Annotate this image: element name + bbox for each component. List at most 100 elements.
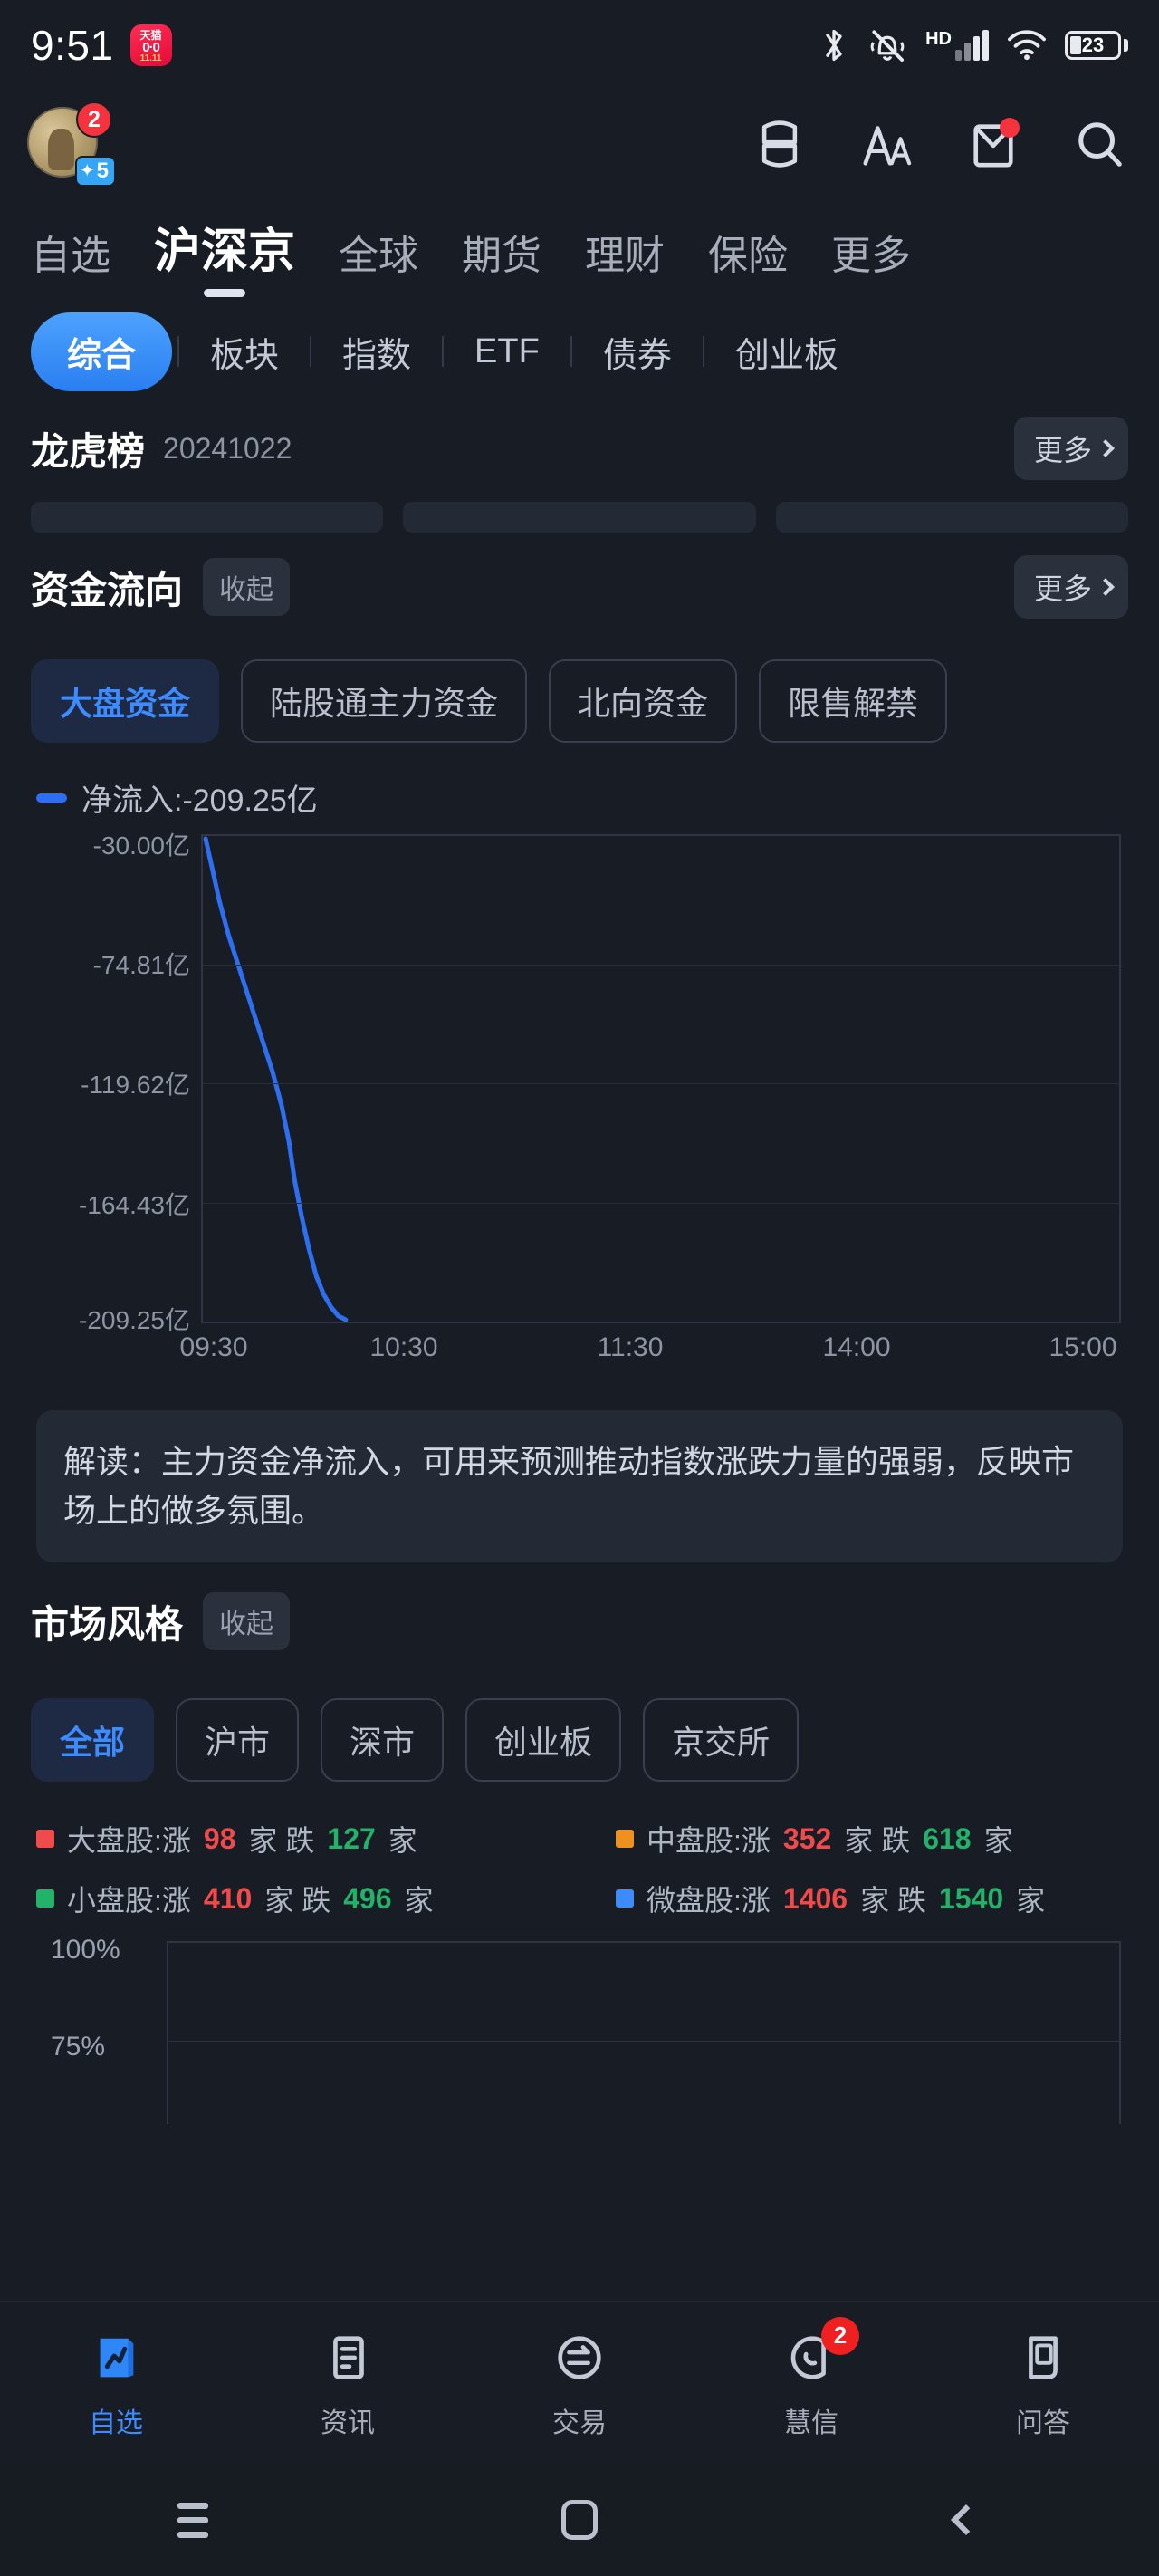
placeholder-card: [403, 502, 756, 533]
sub-tab-zonghe[interactable]: 综合: [31, 312, 173, 391]
legend-down-count: 618: [923, 1821, 972, 1855]
legend-suffix: 家: [388, 1824, 417, 1857]
sub-tab-etf[interactable]: ETF: [444, 332, 570, 371]
chip-shenshi[interactable]: 深市: [321, 1698, 445, 1782]
main-tab-hushenjing[interactable]: 沪深京: [154, 213, 295, 304]
tmall-notification-icon: 天猫 0·0 11.11: [129, 24, 172, 66]
legend-color-swatch: [36, 1830, 54, 1848]
app-screen: 9:51 天猫 0·0 11.11 HD 23 2 ✦ 5 自选 沪深京 全球 …: [0, 0, 1159, 2576]
chip-quanbu[interactable]: 全部: [31, 1698, 155, 1782]
home-icon: [561, 2500, 598, 2540]
chart-x-axis: 09:30 10:30 11:30 14:00 15:00: [33, 1323, 1126, 1387]
nav-label: 问答: [1016, 2408, 1070, 2438]
nav-item-wenda[interactable]: 问答: [927, 2326, 1159, 2440]
back-chevron-icon: [950, 2504, 982, 2535]
message-phone-icon: 2: [780, 2316, 859, 2389]
search-icon[interactable]: [1072, 116, 1128, 172]
fund-flow-collapse-button[interactable]: 收起: [203, 558, 291, 616]
home-button[interactable]: [387, 2500, 773, 2540]
legend-up-count: 352: [782, 1821, 832, 1855]
fund-flow-more-button[interactable]: 更多: [1013, 555, 1128, 619]
status-left: 9:51 天猫 0·0 11.11: [31, 21, 172, 70]
chip-jingjiaosuo[interactable]: 京交所: [643, 1698, 800, 1782]
market-style-header: 市场风格 收起: [0, 1562, 1159, 1680]
chart-plot-area: [201, 834, 1121, 1323]
legend-prefix: 小盘股:涨: [67, 1884, 191, 1917]
chart-card-icon: [84, 2326, 148, 2389]
legend-color-swatch: [616, 1889, 634, 1908]
nav-item-huixin[interactable]: 2 慧信: [695, 2316, 927, 2440]
chip-xianshou-jiejin[interactable]: 限售解禁: [759, 659, 948, 743]
legend-prefix: 大盘股:涨: [67, 1824, 191, 1857]
chip-dapan-zijin[interactable]: 大盘资金: [31, 659, 220, 743]
status-time: 9:51: [31, 22, 114, 69]
legend-item-dapangu[interactable]: 大盘股:涨 98 家 跌 127 家: [0, 1818, 580, 1860]
nav-badge: 2: [821, 2316, 859, 2355]
legend-mid: 家 跌: [248, 1824, 315, 1857]
nav-item-zixun[interactable]: 资讯: [232, 2326, 464, 2440]
back-button[interactable]: [772, 2504, 1159, 2535]
legend-item-xiaopangu[interactable]: 小盘股:涨 410 家 跌 496 家: [0, 1878, 580, 1919]
fund-flow-chart[interactable]: -30.00亿 -74.81亿 -119.62亿 -164.43亿 -209.2…: [33, 831, 1126, 1334]
legend-prefix: 微盘股:涨: [647, 1884, 771, 1917]
grid-line: [168, 2041, 1119, 2042]
x-tick-label: 09:30: [179, 1332, 248, 1362]
main-tab-baoxian[interactable]: 保险: [708, 223, 788, 304]
placeholder-card: [775, 502, 1128, 533]
chip-beixiang-zijin[interactable]: 北向资金: [549, 659, 738, 743]
market-style-collapse-button[interactable]: 收起: [203, 1592, 291, 1650]
main-tab-quanqiu[interactable]: 全球: [339, 223, 418, 304]
appbar-actions: [752, 116, 1128, 172]
legend-mid: 家 跌: [264, 1884, 331, 1917]
legend-suffix: 家: [983, 1824, 1013, 1857]
y-tick-label: -164.43亿: [79, 1190, 190, 1219]
chip-lugutong-zhuli-zijin[interactable]: 陆股通主力资金: [241, 659, 528, 743]
chip-chuangyeban[interactable]: 创业板: [465, 1698, 622, 1782]
market-style-chart[interactable]: 100% 75%: [33, 1934, 1126, 2124]
sub-tab-zhishu[interactable]: 指数: [311, 327, 442, 377]
main-tab-bar: 自选 沪深京 全球 期货 理财 保险 更多: [0, 197, 1159, 304]
main-tab-licai[interactable]: 理财: [585, 223, 665, 304]
font-size-icon[interactable]: [858, 116, 915, 172]
recent-apps-button[interactable]: [0, 2502, 387, 2538]
hd-signal-icon: HD: [925, 30, 989, 61]
market-style-legend-row: 大盘股:涨 98 家 跌 127 家 中盘股:涨 352 家 跌 618 家: [0, 1809, 1159, 1869]
sub-tab-zhaiquan[interactable]: 债券: [572, 327, 703, 377]
sub-tab-chuangyeban[interactable]: 创业板: [704, 327, 869, 377]
signal-bars-icon: [955, 30, 989, 61]
wifi-icon: [1007, 29, 1047, 62]
ms-y-tick-label: 100%: [51, 1935, 120, 1965]
legend-suffix: 家: [404, 1884, 434, 1917]
ms-chart-plot-area: [167, 1941, 1121, 2124]
status-bar: 9:51 天猫 0·0 11.11 HD 23: [0, 0, 1159, 91]
main-tab-gengduo[interactable]: 更多: [831, 223, 911, 304]
legend-item-weipangu[interactable]: 微盘股:涨 1406 家 跌 1540 家: [580, 1878, 1159, 1919]
mail-unread-dot: [1000, 118, 1020, 138]
hamburger-icon: [177, 2502, 209, 2538]
dragon-tiger-title: 龙虎榜: [31, 429, 146, 473]
sub-tab-bankuai[interactable]: 板块: [179, 327, 310, 377]
avatar[interactable]: 2 ✦ 5: [27, 101, 116, 187]
legend-down-count: 127: [327, 1821, 376, 1855]
chart-line-series: [203, 836, 1119, 1322]
legend-item-zhongpangu[interactable]: 中盘股:涨 352 家 跌 618 家: [580, 1818, 1159, 1860]
legend-mid: 家 跌: [860, 1884, 926, 1917]
layout-toggle-icon[interactable]: [752, 116, 808, 172]
nav-item-jiaoyi[interactable]: 交易: [464, 2326, 695, 2440]
nav-item-zixuan[interactable]: 自选: [0, 2326, 232, 2440]
dragon-tiger-more-button[interactable]: 更多: [1013, 417, 1128, 480]
qa-scroll-icon: [1011, 2326, 1075, 2389]
chip-hushi[interactable]: 沪市: [176, 1698, 300, 1782]
fund-flow-note-box: 解读：主力资金净流入，可用来预测推动指数涨跌力量的强弱，反映市场上的做多氛围。: [36, 1410, 1123, 1562]
x-tick-label: 14:00: [822, 1332, 891, 1362]
tmall-mid-text: 0·0: [142, 39, 160, 55]
legend-prefix: 中盘股:涨: [647, 1824, 771, 1857]
status-right: HD 23: [819, 26, 1128, 64]
main-tab-zixuan[interactable]: 自选: [31, 223, 110, 304]
x-tick-label: 11:30: [597, 1332, 664, 1362]
fund-flow-chart-legend: 净流入:-209.25亿: [0, 761, 1159, 825]
mail-icon[interactable]: [965, 116, 1021, 172]
grid-line: [203, 1202, 1119, 1204]
bluetooth-icon: [819, 26, 849, 64]
main-tab-qihuo[interactable]: 期货: [462, 223, 541, 304]
